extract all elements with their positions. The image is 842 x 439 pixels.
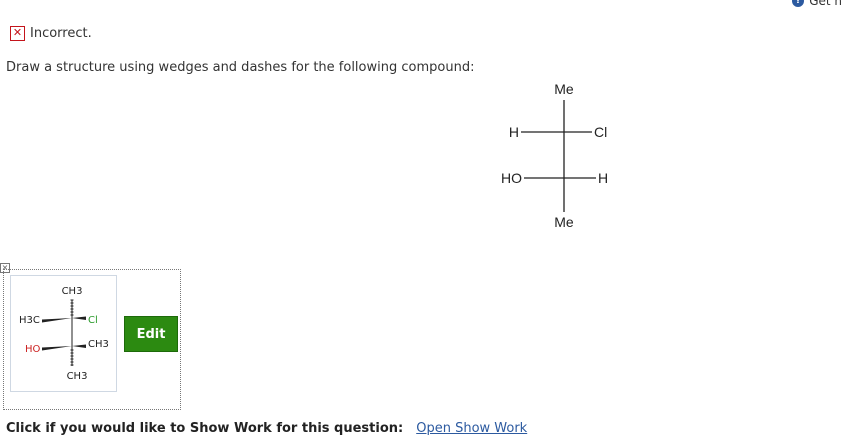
- edit-button[interactable]: Edit: [124, 316, 178, 352]
- structure-left-bottom-label: HO: [25, 344, 41, 355]
- help-link[interactable]: ? Get h: [792, 0, 842, 8]
- structure-left-top-wedge: [42, 318, 72, 323]
- answer-structure: CH3 H3C Cl HO CH3 CH3: [19, 286, 109, 382]
- help-label: Get h: [809, 0, 842, 8]
- question-instructions: Draw a structure using wedges and dashes…: [6, 60, 475, 75]
- structure-right-bottom-label: CH3: [88, 339, 109, 350]
- structure-top-label: CH3: [62, 286, 83, 297]
- open-show-work-link[interactable]: Open Show Work: [416, 421, 527, 436]
- fischer-bottom: Me: [554, 214, 574, 230]
- status-incorrect: ✕ Incorrect.: [10, 26, 92, 41]
- fischer-projection: Me H Cl HO H Me: [501, 81, 608, 230]
- fischer-top: Me: [554, 81, 574, 97]
- fischer-row1-left: H: [509, 124, 519, 140]
- structure-left-bottom-wedge: [42, 346, 72, 351]
- incorrect-icon: ✕: [10, 26, 25, 41]
- show-work-prompt: Click if you would like to Show Work for…: [6, 421, 404, 436]
- status-text: Incorrect.: [30, 26, 92, 41]
- fischer-row2-left: HO: [501, 170, 522, 186]
- structure-bottom-label: CH3: [67, 371, 88, 382]
- help-icon: ?: [792, 0, 805, 7]
- structure-right-bottom-wedge: [72, 344, 86, 348]
- structure-left-top-label: H3C: [19, 315, 40, 326]
- structure-right-top-wedge: [72, 316, 86, 320]
- show-work-row: Click if you would like to Show Work for…: [6, 421, 527, 436]
- structure-right-top-label: Cl: [88, 315, 98, 326]
- drawing-canvas[interactable]: CH3 H3C Cl HO CH3 CH3: [10, 275, 117, 392]
- fischer-row1-right: Cl: [594, 124, 607, 140]
- fischer-row2-right: H: [598, 170, 608, 186]
